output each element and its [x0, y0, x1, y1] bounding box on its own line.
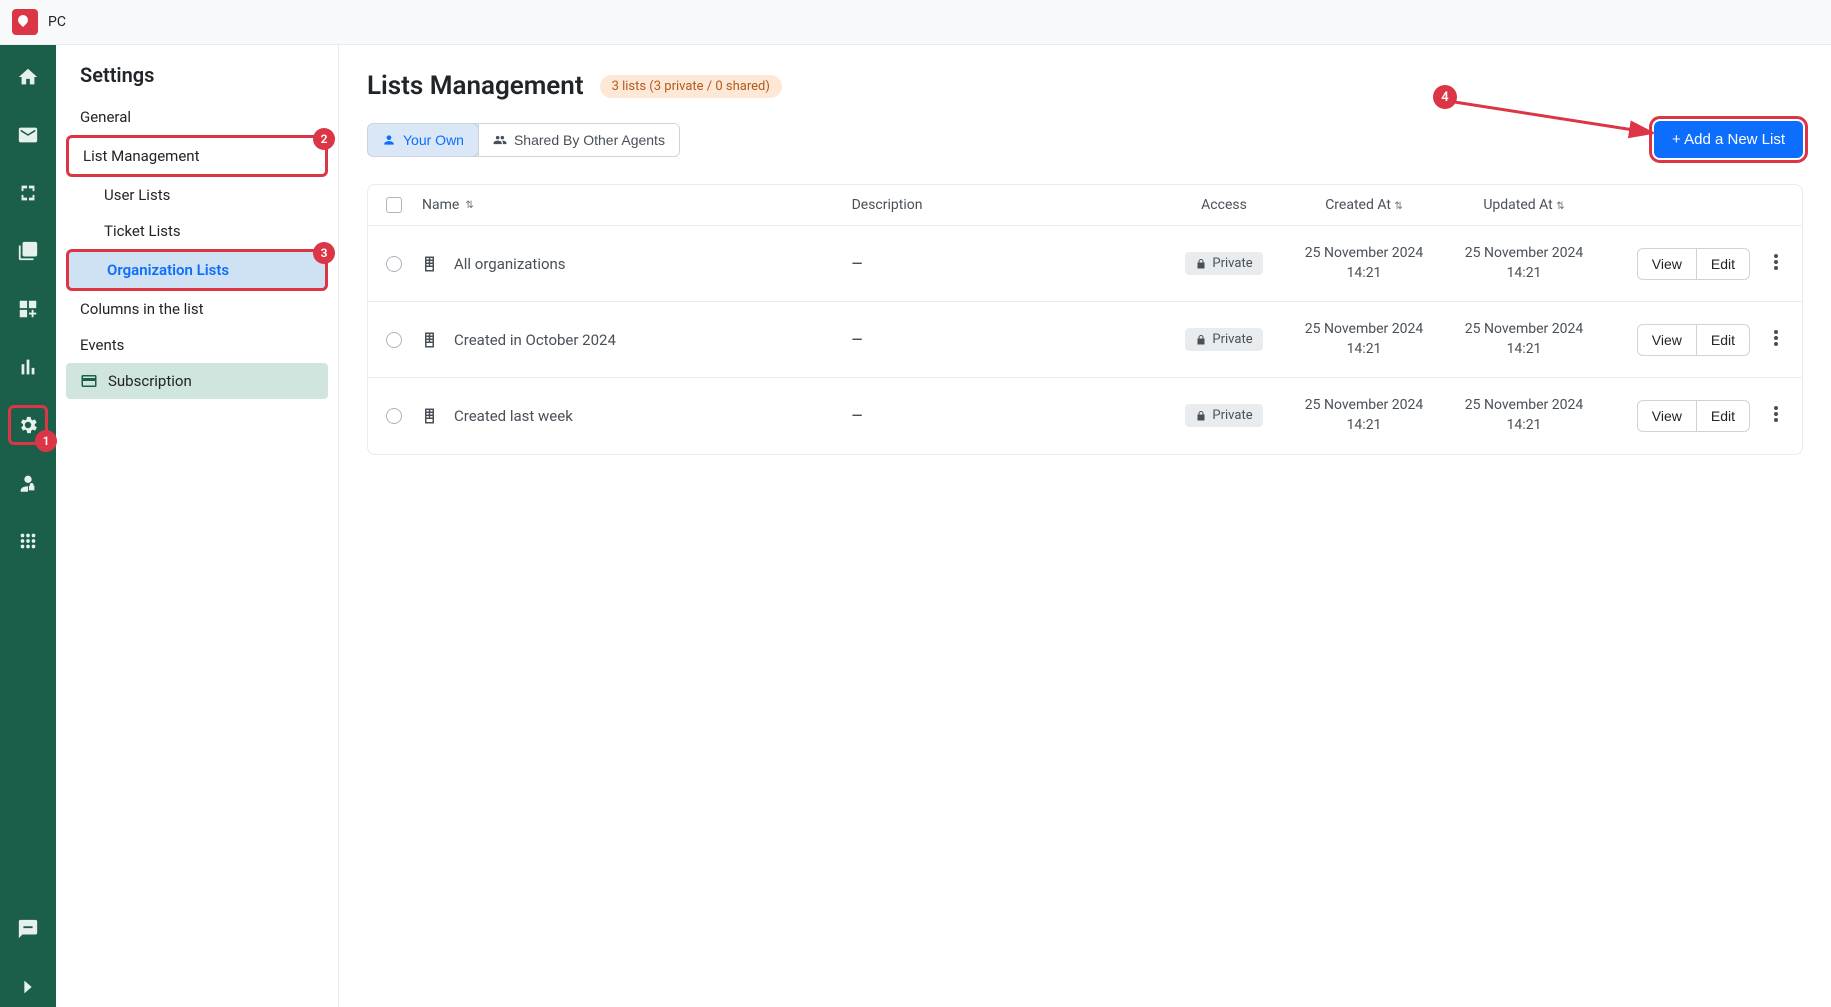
nav-list-management-label: List Management	[83, 147, 199, 165]
people-icon	[493, 133, 507, 147]
col-updated[interactable]: Updated At ⇅	[1444, 197, 1604, 213]
table-row: Created last week — Private 25 November …	[368, 378, 1802, 453]
nav-ticket-lists[interactable]: Ticket Lists	[66, 213, 328, 249]
page-title: Lists Management	[367, 71, 584, 101]
main-content: Lists Management 3 lists (3 private / 0 …	[339, 45, 1831, 1007]
person-icon	[382, 133, 396, 147]
card-icon	[80, 372, 98, 390]
sort-icon: ⇅	[1556, 201, 1564, 212]
updated-at: 25 November 202414:21	[1444, 320, 1604, 359]
nav-org-lists-label: Organization Lists	[107, 261, 229, 279]
col-name[interactable]: Name⇅	[422, 197, 852, 213]
view-button[interactable]: View	[1637, 324, 1697, 356]
edit-button[interactable]: Edit	[1697, 324, 1750, 356]
lock-icon	[1195, 334, 1207, 346]
access-badge: Private	[1185, 404, 1262, 427]
row-menu-button[interactable]	[1768, 400, 1784, 432]
lists-table: Name⇅ Description Access Created At ⇅ Up…	[367, 184, 1803, 455]
access-badge: Private	[1185, 328, 1262, 351]
table-row: All organizations — Private 25 November …	[368, 226, 1802, 302]
col-created[interactable]: Created At ⇅	[1284, 197, 1444, 213]
rail-expand[interactable]	[8, 967, 48, 1007]
annotation-3: 3	[313, 242, 335, 264]
sort-icon: ⇅	[1394, 201, 1402, 212]
edit-button[interactable]: Edit	[1697, 248, 1750, 280]
tab-own-label: Your Own	[403, 132, 464, 148]
nav-events[interactable]: Events	[66, 327, 328, 363]
rail-sync[interactable]	[8, 173, 48, 213]
nav-general[interactable]: General	[66, 99, 328, 135]
table-row: Created in October 2024 — Private 25 Nov…	[368, 302, 1802, 378]
created-at: 25 November 202414:21	[1284, 320, 1444, 359]
lock-icon	[1195, 410, 1207, 422]
row-description: —	[852, 256, 863, 272]
rail-chat[interactable]	[8, 909, 48, 949]
access-badge: Private	[1185, 252, 1262, 275]
organization-icon	[422, 255, 440, 273]
col-description: Description	[852, 197, 1164, 213]
nav-rail: 1	[0, 45, 56, 1007]
app-logo[interactable]	[12, 9, 38, 35]
topbar-title: PC	[48, 14, 66, 30]
view-button[interactable]: View	[1637, 400, 1697, 432]
table-header: Name⇅ Description Access Created At ⇅ Up…	[368, 185, 1802, 226]
rail-home[interactable]	[8, 57, 48, 97]
nav-columns[interactable]: Columns in the list	[66, 291, 328, 327]
row-name-text: All organizations	[454, 255, 566, 273]
lock-icon	[1195, 258, 1207, 270]
tab-your-own[interactable]: Your Own	[367, 123, 479, 157]
annotation-2: 2	[313, 128, 335, 150]
add-new-list-button[interactable]: + Add a New List	[1654, 121, 1803, 158]
rail-grid[interactable]	[8, 521, 48, 561]
tab-shared-label: Shared By Other Agents	[514, 132, 665, 148]
row-checkbox[interactable]	[386, 408, 402, 424]
tab-group: Your Own Shared By Other Agents	[367, 123, 680, 157]
row-name-text: Created last week	[454, 407, 573, 425]
sort-icon: ⇅	[465, 200, 473, 211]
updated-at: 25 November 202414:21	[1444, 244, 1604, 283]
settings-title: Settings	[66, 63, 328, 99]
row-description: —	[852, 332, 863, 348]
tab-shared[interactable]: Shared By Other Agents	[478, 124, 679, 156]
row-name-text: Created in October 2024	[454, 331, 616, 349]
updated-at: 25 November 202414:21	[1444, 396, 1604, 435]
created-at: 25 November 202414:21	[1284, 396, 1444, 435]
nav-organization-lists[interactable]: Organization Lists 3	[66, 249, 328, 291]
select-all-checkbox[interactable]	[386, 197, 402, 213]
nav-subscription[interactable]: Subscription	[66, 363, 328, 399]
view-button[interactable]: View	[1637, 248, 1697, 280]
nav-list-management[interactable]: List Management 2	[66, 135, 328, 177]
rail-mail[interactable]	[8, 115, 48, 155]
row-checkbox[interactable]	[386, 332, 402, 348]
nav-subscription-label: Subscription	[108, 372, 192, 390]
annotation-arrow: 4	[1443, 93, 1663, 147]
organization-icon	[422, 407, 440, 425]
rail-apps-add[interactable]	[8, 289, 48, 329]
row-checkbox[interactable]	[386, 256, 402, 272]
rail-settings[interactable]: 1	[8, 405, 48, 445]
row-menu-button[interactable]	[1768, 248, 1784, 280]
row-description: —	[852, 408, 863, 424]
nav-user-lists[interactable]: User Lists	[66, 177, 328, 213]
rail-chart[interactable]	[8, 347, 48, 387]
summary-badge: 3 lists (3 private / 0 shared)	[600, 75, 782, 98]
created-at: 25 November 202414:21	[1284, 244, 1444, 283]
topbar: PC	[0, 0, 1831, 45]
row-menu-button[interactable]	[1768, 324, 1784, 356]
rail-book[interactable]	[8, 231, 48, 271]
edit-button[interactable]: Edit	[1697, 400, 1750, 432]
settings-sidebar: Settings General List Management 2 User …	[56, 45, 339, 1007]
col-access: Access	[1164, 197, 1284, 213]
rail-user-lock[interactable]	[8, 463, 48, 503]
annotation-1: 1	[35, 430, 57, 452]
organization-icon	[422, 331, 440, 349]
